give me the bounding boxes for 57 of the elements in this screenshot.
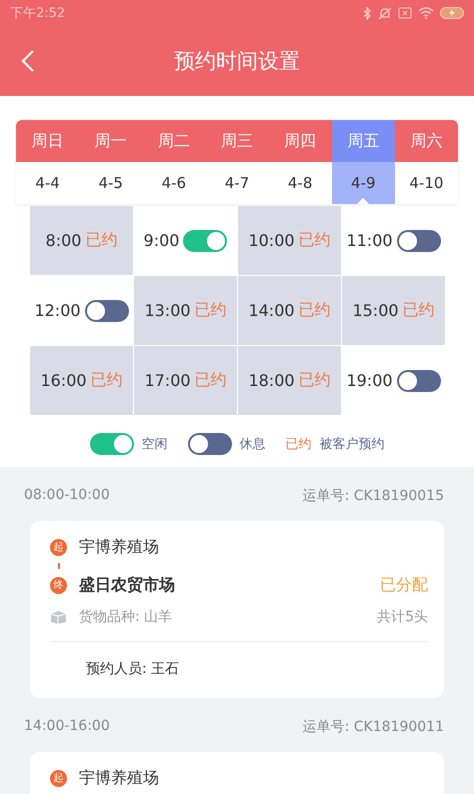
end-badge: 终: [50, 576, 67, 594]
box-icon: [50, 610, 67, 624]
start-badge: 起: [50, 538, 67, 556]
cargo-count: 共计5头: [377, 608, 428, 626]
order-card[interactable]: 起 宇博养殖场: [30, 752, 444, 794]
slot-time: 11:00: [346, 231, 393, 250]
slot-time: 12:00: [34, 301, 81, 320]
date-tab[interactable]: 4-4: [16, 162, 80, 204]
slot-time: 18:00: [248, 371, 295, 390]
availability-toggle[interactable]: [183, 230, 228, 252]
booker-name: 预约人员: 王石: [85, 660, 180, 679]
booked-label: 已约: [194, 300, 227, 321]
availability-toggle[interactable]: [84, 300, 129, 322]
slot-time: 8:00: [46, 231, 82, 250]
booked-label: 已约: [298, 300, 331, 321]
time-range: 14:00-16:00: [24, 718, 110, 736]
booked-label: 已约: [286, 436, 312, 453]
order-status: 已分配: [380, 574, 428, 596]
order-number: 运单号: CK18190015: [302, 487, 444, 505]
origin-name: 宇博养殖场: [79, 768, 159, 788]
cargo-type: 货物品种: 山羊: [79, 608, 172, 626]
page-title: 预约时间设置: [174, 48, 300, 75]
legend-label: 空闲: [142, 436, 168, 453]
order-number: 运单号: CK18190011: [302, 718, 444, 736]
booked-label: 已约: [194, 370, 227, 391]
mute-icon: [378, 6, 392, 20]
slot-time: 19:00: [346, 371, 393, 390]
slot-time: 14:00: [248, 301, 295, 320]
booked-label: 已约: [85, 230, 118, 251]
legend-toggle[interactable]: [188, 433, 232, 455]
booked-label: 已约: [298, 230, 331, 251]
battery-icon: [440, 7, 464, 19]
date-tab[interactable]: 4-9: [332, 162, 395, 204]
legend-label: 休息: [240, 436, 266, 453]
sim-icon: [398, 7, 412, 19]
start-badge: 起: [50, 770, 67, 786]
booked-label: 已约: [298, 370, 331, 391]
order-card[interactable]: 起 宇博养殖场 终 盛日农贸市场 已分配 货物品种: 山羊 共计5头 预约人员: 王石: [30, 521, 444, 698]
booked-label: 已约: [90, 370, 123, 391]
slot-time: 16:00: [40, 371, 87, 390]
time-range: 08:00-10:00: [24, 487, 110, 505]
legend-label: 被客户预约: [320, 436, 384, 453]
destination-name: 盛日农贸市场: [79, 574, 175, 596]
availability-toggle[interactable]: [396, 370, 441, 392]
slot-time: 13:00: [144, 301, 191, 320]
slot-time: 10:00: [248, 231, 295, 250]
legend-toggle[interactable]: [90, 433, 134, 455]
slot-time: 9:00: [144, 231, 180, 250]
bluetooth-icon: [363, 6, 372, 20]
booked-label: 已约: [402, 300, 435, 321]
slot-time: 17:00: [144, 371, 191, 390]
availability-toggle[interactable]: [396, 230, 441, 252]
slot-time: 15:00: [352, 301, 399, 320]
date-tab[interactable]: 4-10: [394, 162, 458, 204]
origin-name: 宇博养殖场: [79, 536, 159, 558]
wifi-icon: [418, 7, 434, 19]
status-time: 下午2:52: [10, 5, 66, 22]
